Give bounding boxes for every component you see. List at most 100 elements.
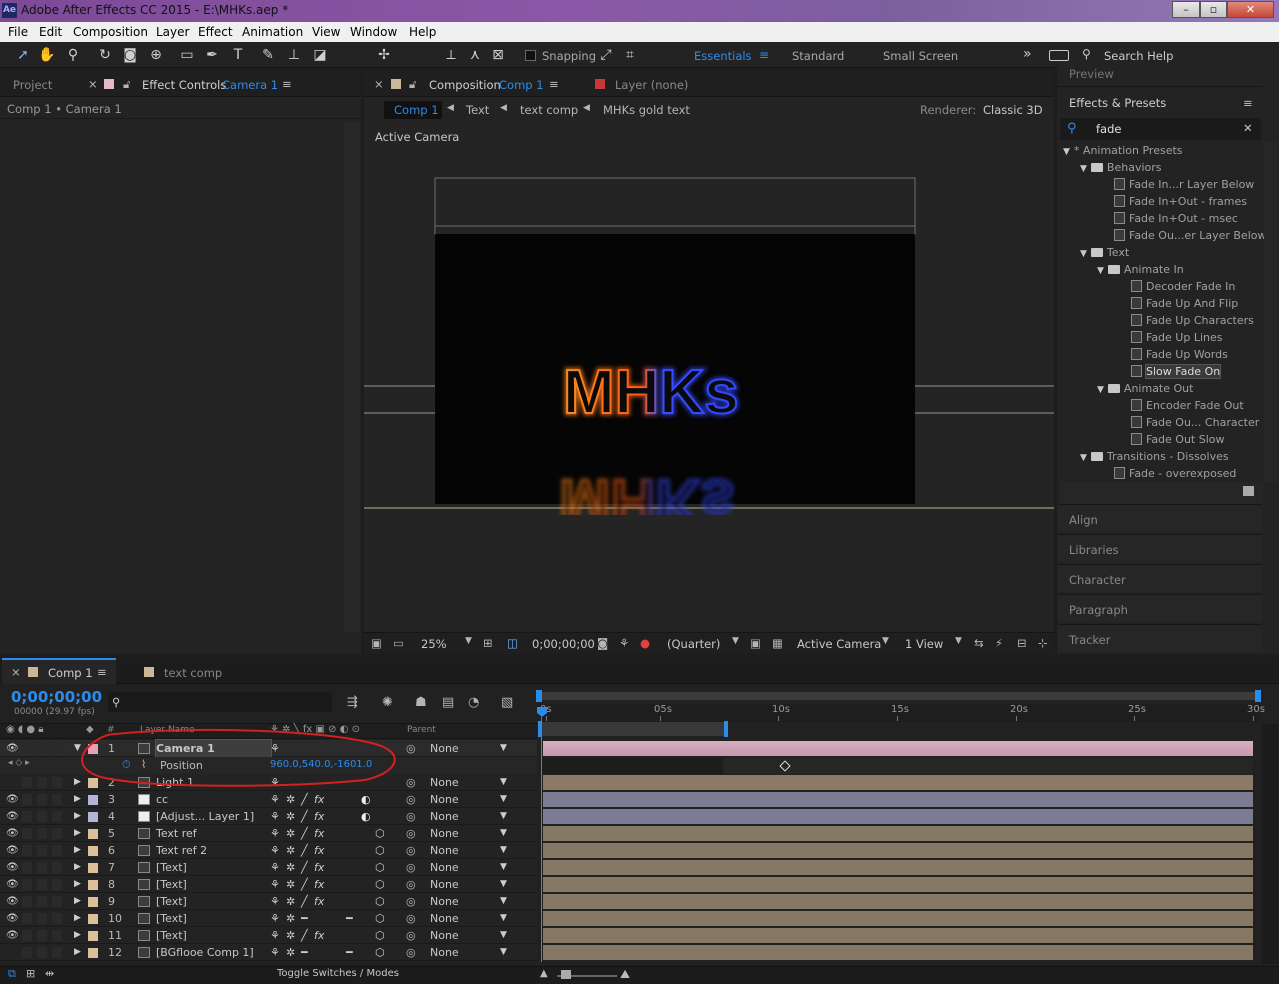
layer-row[interactable]: 👁︎ ▶ 9 [Text] ⚘ ✲ ╱ fx ⬡ ◎ None ▼ xyxy=(0,893,537,910)
zoom-slider-handle[interactable] xyxy=(561,970,571,979)
preset-item[interactable]: Fade Up Words xyxy=(1131,346,1228,363)
layer-label-color[interactable] xyxy=(88,931,98,941)
adjustment-layer-icon[interactable]: ◐ xyxy=(361,791,371,808)
parent-dropdown[interactable]: None xyxy=(430,944,459,961)
shy-switch-icon[interactable]: ⚘ xyxy=(270,791,280,808)
parent-dropdown[interactable]: None xyxy=(430,910,459,927)
motion-blur-switch[interactable]: ━ xyxy=(346,910,353,927)
zoom-dropdown-icon[interactable]: ▼ xyxy=(465,636,472,646)
layer-label-color[interactable] xyxy=(88,880,98,890)
layer-duration-bar[interactable] xyxy=(543,860,1253,875)
view-layout-dropdown-icon[interactable]: ▼ xyxy=(955,636,962,646)
expand-triangle-icon[interactable]: ▼ xyxy=(1080,164,1087,174)
lock-toggle[interactable] xyxy=(52,862,62,873)
resolution-dropdown[interactable]: (Quarter) xyxy=(667,637,720,651)
view-axis-icon[interactable]: ⊠ xyxy=(489,46,507,64)
expand-triangle-icon[interactable]: ▼ xyxy=(1063,147,1070,157)
audio-toggle[interactable] xyxy=(22,913,32,924)
parent-dropdown[interactable]: None xyxy=(430,774,459,791)
menu-view[interactable]: View xyxy=(312,25,340,39)
visibility-eye-icon[interactable]: 👁︎ xyxy=(6,859,19,876)
menu-file[interactable]: File xyxy=(8,25,28,39)
flowchart-icon[interactable]: ⊹ xyxy=(1038,636,1048,650)
close-comp-tab-icon[interactable]: × xyxy=(374,77,384,91)
layer-name[interactable]: [Text] xyxy=(156,893,187,910)
layer-row[interactable]: 👁︎ ▶ 11 [Text] ⚘ ✲ ╱ fx ⬡ ◎ None ▼ xyxy=(0,927,537,944)
expand-layer-icon[interactable]: ▶ xyxy=(74,825,81,842)
shy-switch-icon[interactable]: ⚘ xyxy=(270,944,280,961)
preset-item[interactable]: Fade In...r Layer Below xyxy=(1114,176,1254,193)
audio-toggle[interactable] xyxy=(22,743,32,754)
3d-layer-icon[interactable]: ⬡ xyxy=(375,927,385,944)
layer-duration-bar[interactable] xyxy=(543,928,1253,943)
pickwhip-icon[interactable]: ◎ xyxy=(406,740,416,757)
tab-composition[interactable]: Composition xyxy=(429,78,501,92)
parent-dropdown-icon[interactable]: ▼ xyxy=(500,791,507,808)
layer-duration-bar[interactable] xyxy=(543,911,1253,926)
menu-animation[interactable]: Animation xyxy=(242,25,303,39)
parent-dropdown[interactable]: None xyxy=(430,808,459,825)
local-axis-icon[interactable]: ⟂ xyxy=(442,46,460,64)
always-preview-icon[interactable]: ▣ xyxy=(371,636,382,650)
3d-layer-icon[interactable]: ⬡ xyxy=(375,825,385,842)
audio-toggle[interactable] xyxy=(22,930,32,941)
layer-duration-bar[interactable] xyxy=(543,826,1253,841)
pickwhip-icon[interactable]: ◎ xyxy=(406,791,416,808)
zoom-out-icon[interactable]: ▲ xyxy=(540,968,548,979)
expand-layer-icon[interactable]: ▶ xyxy=(74,927,81,944)
shy-switch-icon[interactable]: ⚘ xyxy=(270,859,280,876)
menu-effect[interactable]: Effect xyxy=(198,25,233,39)
shy-switch-icon[interactable]: ⚘ xyxy=(270,808,280,825)
close-tab-icon[interactable]: × xyxy=(88,77,98,91)
view-layout-dropdown[interactable]: 1 View xyxy=(905,637,943,651)
layer-row[interactable]: 👁︎ ▶ 5 Text ref ⚘ ✲ ╱ fx ⬡ ◎ None ▼ xyxy=(0,825,537,842)
breadcrumb-text[interactable]: Text xyxy=(466,103,489,117)
expand-layer-icon[interactable]: ▶ xyxy=(74,842,81,859)
lock-toggle[interactable] xyxy=(52,896,62,907)
pickwhip-icon[interactable]: ◎ xyxy=(406,910,416,927)
adjustment-layer-icon[interactable]: ◐ xyxy=(361,808,371,825)
parent-dropdown[interactable]: None xyxy=(430,791,459,808)
layer-duration-bar[interactable] xyxy=(543,894,1253,909)
visibility-eye-icon[interactable]: 👁︎ xyxy=(6,808,19,825)
tracker-panel[interactable]: Tracker xyxy=(1058,624,1262,652)
preset-folder[interactable]: ▼ Behaviors xyxy=(1080,159,1162,176)
layer-label-color[interactable] xyxy=(88,897,98,907)
workspace-menu-icon[interactable]: ≡ xyxy=(759,48,769,62)
parent-dropdown[interactable]: None xyxy=(430,740,459,757)
collapse-switch-icon[interactable]: ✲ xyxy=(286,825,295,842)
collapse-switch-icon[interactable]: ✲ xyxy=(286,927,295,944)
expand-layer-icon[interactable]: ▶ xyxy=(74,859,81,876)
comp-lock-icon[interactable]: 🔓︎ xyxy=(409,77,416,92)
3d-layer-icon[interactable]: ⬡ xyxy=(375,859,385,876)
quality-switch-icon[interactable]: ━ xyxy=(301,910,308,927)
snap-feather-icon[interactable]: ⌗ xyxy=(621,46,639,64)
preset-folder[interactable]: ▼ Transitions - Dissolves xyxy=(1080,448,1229,465)
preset-item[interactable]: Fade Up Characters xyxy=(1131,312,1254,329)
expand-triangle-icon[interactable]: ▼ xyxy=(1080,249,1087,259)
preset-item[interactable]: Fade Up And Flip xyxy=(1131,295,1238,312)
3d-layer-icon[interactable]: ⬡ xyxy=(375,944,385,961)
layer-row[interactable]: 👁︎ ▶ 4 [Adjust... Layer 1] ⚘ ✲ ╱ fx ◐ ◎ None ▼ xyxy=(0,808,537,825)
layer-row[interactable]: 👁︎ ▶ 3 cc ⚘ ✲ ╱ fx ◐ ◎ None ▼ xyxy=(0,791,537,808)
3d-layer-icon[interactable]: ⬡ xyxy=(375,876,385,893)
workspace-small-screen[interactable]: Small Screen xyxy=(883,49,958,63)
layer-label-color[interactable] xyxy=(88,795,98,805)
visibility-eye-icon[interactable]: 👁︎ xyxy=(6,791,19,808)
pickwhip-icon[interactable]: ◎ xyxy=(406,808,416,825)
solo-toggle[interactable] xyxy=(37,794,47,805)
parent-dropdown-icon[interactable]: ▼ xyxy=(500,927,507,944)
quality-switch-icon[interactable]: ╱ xyxy=(301,927,308,944)
layer-name[interactable]: Text ref 2 xyxy=(156,842,207,859)
preset-folder[interactable]: ▼ * Animation Presets xyxy=(1063,142,1183,159)
audio-toggle[interactable] xyxy=(22,862,32,873)
quality-switch-icon[interactable]: ╱ xyxy=(301,859,308,876)
solo-toggle[interactable] xyxy=(37,930,47,941)
lock-toggle[interactable] xyxy=(52,930,62,941)
solo-toggle[interactable] xyxy=(37,845,47,856)
world-axis-icon[interactable]: ⋏ xyxy=(466,46,484,64)
audio-toggle[interactable] xyxy=(22,879,32,890)
collapse-switch-icon[interactable]: ✲ xyxy=(286,944,295,961)
preset-item[interactable]: Fade Ou...er Layer Below xyxy=(1114,227,1266,244)
collapse-switch-icon[interactable]: ✲ xyxy=(286,791,295,808)
